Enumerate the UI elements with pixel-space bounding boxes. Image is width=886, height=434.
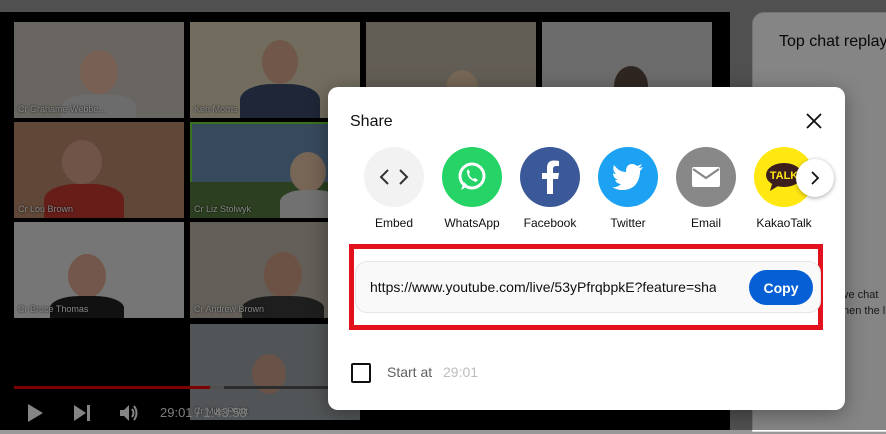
share-target-label: Facebook — [523, 216, 577, 230]
start-at-checkbox[interactable] — [351, 363, 371, 383]
share-url-field: Copy — [355, 261, 821, 313]
dialog-title: Share — [350, 113, 393, 130]
svg-text:TALK: TALK — [770, 170, 799, 182]
share-targets: Embed WhatsApp Facebook Twitter Email TA… — [355, 147, 815, 237]
next-targets-button[interactable] — [796, 159, 834, 197]
start-at-label: Start at — [387, 364, 433, 380]
facebook-icon — [520, 147, 580, 207]
copy-button[interactable]: Copy — [749, 270, 813, 305]
share-target-whatsapp[interactable]: WhatsApp — [433, 147, 511, 230]
share-target-label: Embed — [374, 216, 414, 230]
share-target-email[interactable]: Email — [667, 147, 745, 230]
share-target-label: Email — [690, 216, 721, 230]
email-icon — [676, 147, 736, 207]
share-target-facebook[interactable]: Facebook — [511, 147, 589, 230]
share-dialog: Share Embed WhatsApp Facebook Twitter Em… — [328, 87, 845, 410]
start-at-time[interactable]: 29:01 — [443, 364, 478, 380]
close-icon — [806, 113, 822, 129]
share-target-twitter[interactable]: Twitter — [589, 147, 667, 230]
whatsapp-icon — [442, 147, 502, 207]
embed-icon — [364, 147, 424, 207]
chevron-right-icon — [811, 171, 820, 185]
share-url-input[interactable] — [370, 262, 716, 312]
share-target-label: KakaoTalk — [756, 216, 812, 230]
share-target-embed[interactable]: Embed — [355, 147, 433, 230]
twitter-icon — [598, 147, 658, 207]
share-target-label: WhatsApp — [444, 216, 500, 230]
share-target-label: Twitter — [610, 216, 646, 230]
close-button[interactable] — [798, 105, 830, 137]
